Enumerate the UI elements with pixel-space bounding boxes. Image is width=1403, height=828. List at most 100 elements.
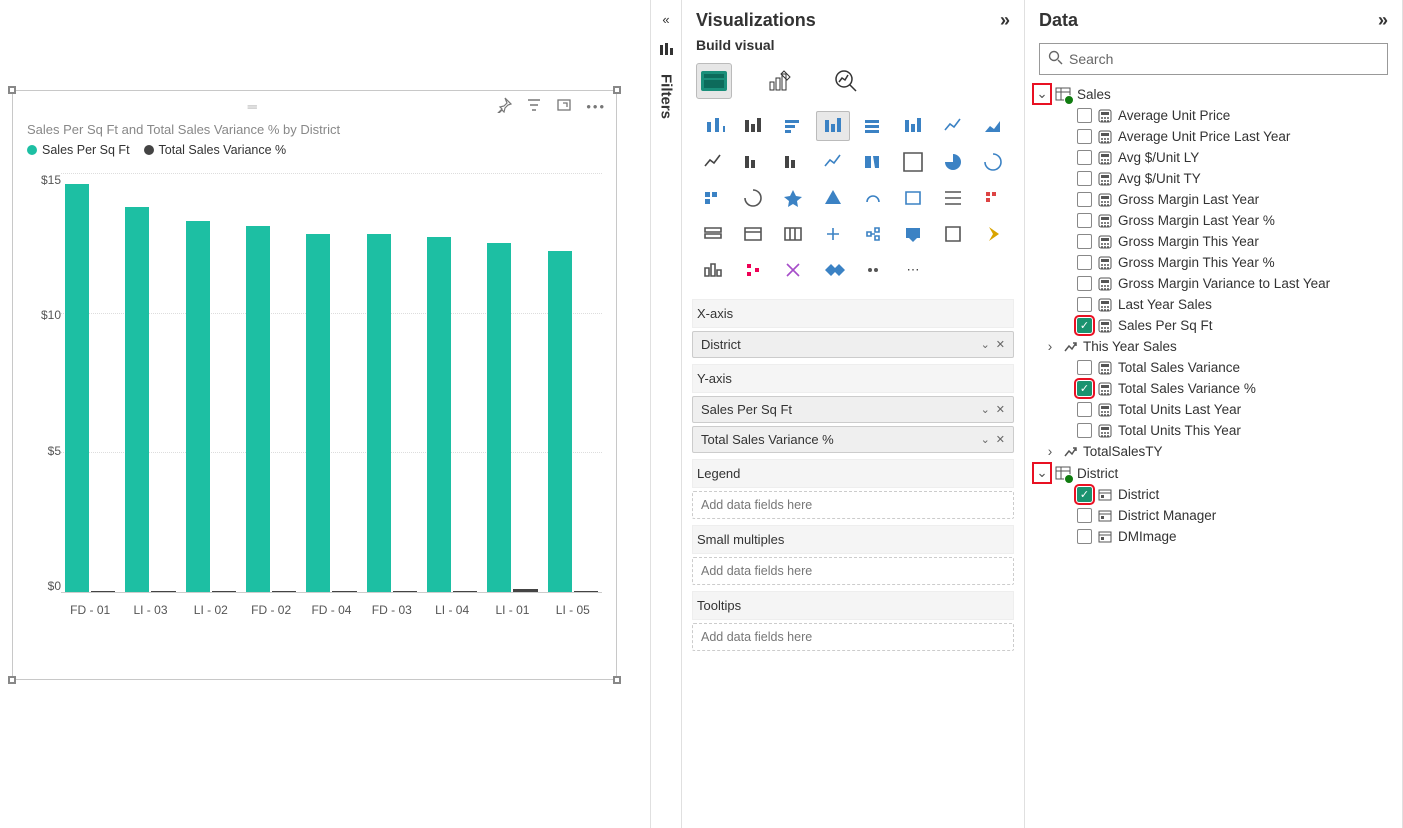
- pill-remove-icon[interactable]: ✕: [996, 403, 1005, 416]
- legend-dropzone[interactable]: Add data fields here: [692, 491, 1014, 519]
- bar[interactable]: [332, 591, 356, 592]
- field-row[interactable]: District Manager: [1035, 505, 1392, 526]
- viz-type-icon[interactable]: [856, 255, 890, 285]
- bar[interactable]: [393, 591, 417, 592]
- bar[interactable]: [548, 251, 572, 592]
- bar[interactable]: [186, 221, 210, 593]
- bar-group[interactable]: [306, 173, 356, 592]
- resize-handle-br[interactable]: [613, 676, 621, 684]
- analytics-tab[interactable]: [828, 63, 864, 99]
- field-checkbox[interactable]: ✓: [1077, 318, 1092, 333]
- field-checkbox[interactable]: [1077, 234, 1092, 249]
- filters-icon[interactable]: [658, 41, 674, 60]
- bar[interactable]: [453, 591, 477, 592]
- field-row[interactable]: ✓Total Sales Variance %: [1035, 378, 1392, 399]
- report-canvas[interactable]: ═ ••• Sales Per Sq Ft and Total Sales Va…: [0, 0, 650, 828]
- bar[interactable]: [427, 237, 451, 592]
- viz-type-icon[interactable]: [976, 219, 1010, 249]
- field-checkbox[interactable]: [1077, 213, 1092, 228]
- field-row[interactable]: Gross Margin This Year: [1035, 231, 1392, 252]
- bar[interactable]: [513, 589, 537, 592]
- bar[interactable]: [246, 226, 270, 592]
- field-row[interactable]: Avg $/Unit TY: [1035, 168, 1392, 189]
- field-row[interactable]: Total Units Last Year: [1035, 399, 1392, 420]
- bar[interactable]: [212, 591, 236, 592]
- format-visual-tab[interactable]: [762, 63, 798, 99]
- viz-type-icon[interactable]: [936, 183, 970, 213]
- bar-group[interactable]: [65, 173, 115, 592]
- pill-remove-icon[interactable]: ✕: [996, 433, 1005, 446]
- viz-type-icon[interactable]: [856, 219, 890, 249]
- viz-type-icon[interactable]: [776, 255, 810, 285]
- field-checkbox[interactable]: [1077, 255, 1092, 270]
- bar[interactable]: [91, 591, 115, 592]
- filters-collapsed-pane[interactable]: « Filters: [650, 0, 682, 828]
- xaxis-pill-district[interactable]: District⌄✕: [692, 331, 1014, 358]
- focus-mode-icon[interactable]: [556, 97, 572, 116]
- field-row[interactable]: Average Unit Price Last Year: [1035, 126, 1392, 147]
- field-checkbox[interactable]: [1077, 192, 1092, 207]
- field-row[interactable]: ›This Year Sales: [1035, 336, 1392, 357]
- yaxis-pill-sales-per-sqft[interactable]: Sales Per Sq Ft⌄✕: [692, 396, 1014, 423]
- pill-chevron-icon[interactable]: ⌄: [981, 403, 990, 416]
- viz-type-icon[interactable]: [856, 111, 890, 141]
- viz-type-icon[interactable]: [976, 183, 1010, 213]
- viz-type-icon[interactable]: [816, 219, 850, 249]
- viz-type-icon[interactable]: [696, 111, 730, 141]
- field-checkbox[interactable]: [1077, 529, 1092, 544]
- resize-handle-tr[interactable]: [613, 86, 621, 94]
- viz-type-icon[interactable]: [696, 183, 730, 213]
- viz-type-icon[interactable]: [736, 111, 770, 141]
- bar[interactable]: [367, 234, 391, 592]
- table-node[interactable]: ⌄District: [1035, 462, 1392, 484]
- viz-type-icon[interactable]: [896, 219, 930, 249]
- build-visual-tab[interactable]: [696, 63, 732, 99]
- field-row[interactable]: DMImage: [1035, 526, 1392, 547]
- collapse-data-icon[interactable]: »: [1378, 10, 1388, 31]
- bar[interactable]: [272, 591, 296, 592]
- bar-group[interactable]: [548, 173, 598, 592]
- viz-type-icon[interactable]: [696, 255, 730, 285]
- search-input[interactable]: Search: [1039, 43, 1388, 75]
- pill-remove-icon[interactable]: ✕: [996, 338, 1005, 351]
- bar-group[interactable]: [487, 173, 537, 592]
- viz-type-icon[interactable]: [776, 183, 810, 213]
- viz-type-icon[interactable]: [856, 147, 890, 177]
- field-row[interactable]: ✓Sales Per Sq Ft: [1035, 315, 1392, 336]
- viz-type-icon[interactable]: [776, 219, 810, 249]
- field-row[interactable]: Total Units This Year: [1035, 420, 1392, 441]
- viz-type-icon[interactable]: [736, 255, 770, 285]
- pill-chevron-icon[interactable]: ⌄: [981, 338, 990, 351]
- bar-group[interactable]: [125, 173, 175, 592]
- expand-icon[interactable]: ›: [1043, 444, 1057, 459]
- viz-type-icon[interactable]: [776, 111, 810, 141]
- field-checkbox[interactable]: ✓: [1077, 487, 1092, 502]
- viz-type-icon[interactable]: [856, 183, 890, 213]
- field-checkbox[interactable]: [1077, 360, 1092, 375]
- field-checkbox[interactable]: [1077, 402, 1092, 417]
- chart-visual[interactable]: ═ ••• Sales Per Sq Ft and Total Sales Va…: [12, 90, 617, 680]
- pill-chevron-icon[interactable]: ⌄: [981, 433, 990, 446]
- field-checkbox[interactable]: [1077, 150, 1092, 165]
- field-row[interactable]: Last Year Sales: [1035, 294, 1392, 315]
- small-multiples-dropzone[interactable]: Add data fields here: [692, 557, 1014, 585]
- bar[interactable]: [487, 243, 511, 592]
- viz-type-icon[interactable]: [696, 147, 730, 177]
- field-checkbox[interactable]: ✓: [1077, 381, 1092, 396]
- viz-type-icon[interactable]: [936, 111, 970, 141]
- expand-icon[interactable]: ⌄: [1035, 86, 1049, 102]
- tooltips-dropzone[interactable]: Add data fields here: [692, 623, 1014, 651]
- viz-type-icon[interactable]: [976, 147, 1010, 177]
- viz-type-icon[interactable]: [736, 147, 770, 177]
- viz-type-icon[interactable]: [936, 147, 970, 177]
- field-row[interactable]: Gross Margin Last Year: [1035, 189, 1392, 210]
- bar[interactable]: [151, 591, 175, 592]
- yaxis-pill-total-sales-variance-pct[interactable]: Total Sales Variance %⌄✕: [692, 426, 1014, 453]
- bar[interactable]: [306, 234, 330, 592]
- field-checkbox[interactable]: [1077, 297, 1092, 312]
- field-checkbox[interactable]: [1077, 108, 1092, 123]
- viz-type-icon[interactable]: [976, 111, 1010, 141]
- expand-icon[interactable]: ›: [1043, 339, 1057, 354]
- field-row[interactable]: Avg $/Unit LY: [1035, 147, 1392, 168]
- viz-type-icon[interactable]: [896, 147, 930, 177]
